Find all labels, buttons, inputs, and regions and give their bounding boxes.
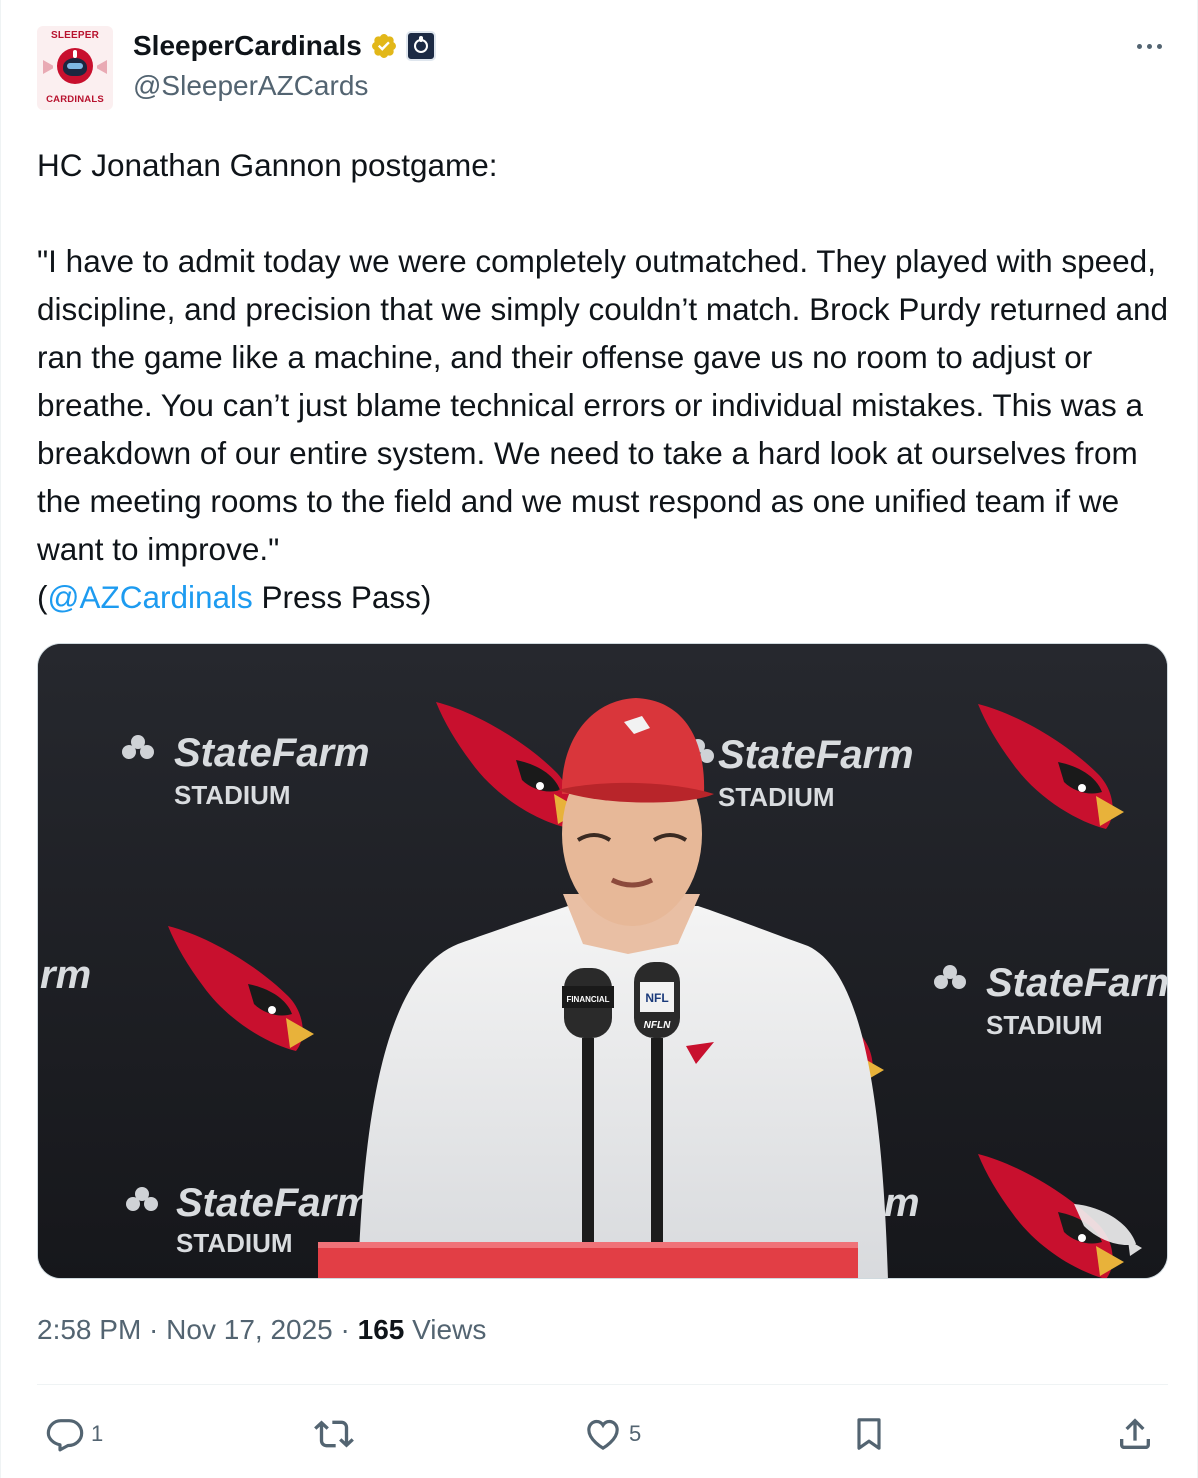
more-options-button[interactable] — [1129, 32, 1169, 60]
avatar-top-text: SLEEPER — [50, 30, 100, 41]
meta-separator: · — [141, 1314, 167, 1345]
heart-icon — [587, 1419, 619, 1450]
avatar-bottom-text: CARDINALS — [46, 94, 104, 105]
backdrop-word-partial: rm — [40, 953, 91, 997]
repost-button[interactable] — [314, 1412, 360, 1456]
views-count: 165 — [357, 1314, 405, 1345]
avatar-robot-icon — [57, 48, 93, 84]
avatar-wing-left — [43, 60, 53, 74]
share-icon — [1120, 1418, 1150, 1449]
mic-sponsor-label: FINANCIAL — [566, 995, 609, 1004]
tweet-text-body: HC Jonathan Gannon postgame: "I have to … — [37, 147, 1169, 615]
bookmark-icon — [857, 1418, 881, 1450]
meta-separator: · — [332, 1314, 358, 1345]
backdrop-word: STADIUM — [718, 782, 835, 812]
backdrop-word-partial: m — [884, 1181, 920, 1225]
more-dot-icon — [1156, 43, 1162, 49]
tweet-media-image[interactable]: StateFarm STADIUM StateFarm STADIUM Stat… — [37, 643, 1168, 1279]
backdrop-word: StateFarm — [986, 961, 1168, 1005]
tweet-meta: 2:58 PM · Nov 17, 2025 · 165 Views — [37, 1314, 486, 1346]
tweet-time[interactable]: 2:58 PM — [37, 1314, 141, 1345]
name-row: SleeperCardinals — [133, 28, 436, 64]
more-dot-icon — [1146, 43, 1152, 49]
tweet-date[interactable]: Nov 17, 2025 — [166, 1314, 333, 1345]
divider — [37, 1384, 1168, 1385]
backdrop-word: StateFarm — [174, 731, 370, 775]
like-button[interactable]: 5 — [583, 1412, 641, 1456]
backdrop-word: STADIUM — [174, 780, 291, 810]
tweet-text-end: Press Pass) — [252, 579, 432, 615]
like-count: 5 — [629, 1421, 642, 1446]
bookmark-button[interactable] — [849, 1412, 889, 1456]
reply-button[interactable]: 1 — [45, 1412, 103, 1456]
backdrop-word: STADIUM — [176, 1228, 293, 1258]
reply-count: 1 — [91, 1421, 104, 1446]
backdrop-word: StateFarm — [176, 1181, 372, 1225]
views-label: Views — [404, 1314, 487, 1345]
repost-icon — [314, 1420, 354, 1448]
handle[interactable]: @SleeperAZCards — [133, 70, 368, 102]
tweet-card: SLEEPER CARDINALS SleeperCardinals @Slee… — [0, 0, 1198, 1478]
backdrop-word: STADIUM — [986, 1010, 1103, 1040]
mic-network-label: NFLN — [644, 1020, 671, 1031]
reply-icon — [46, 1419, 84, 1452]
press-conference-photo: StateFarm STADIUM StateFarm STADIUM Stat… — [38, 644, 1168, 1278]
tweet-text: HC Jonathan Gannon postgame: "I have to … — [37, 141, 1177, 621]
display-name[interactable]: SleeperCardinals — [133, 30, 362, 62]
mention-link[interactable]: @AZCardinals — [48, 579, 253, 615]
verified-badge-icon[interactable] — [370, 32, 398, 60]
person-shirt — [358, 906, 888, 1278]
backdrop-word: StateFarm — [718, 733, 914, 777]
avatar-wing-right — [97, 60, 107, 74]
more-dot-icon — [1136, 43, 1142, 49]
mic-nfl-label: NFL — [645, 991, 668, 1005]
sleeper-affiliate-icon[interactable] — [405, 31, 436, 61]
share-button[interactable] — [1115, 1412, 1155, 1456]
avatar[interactable]: SLEEPER CARDINALS — [37, 26, 113, 110]
